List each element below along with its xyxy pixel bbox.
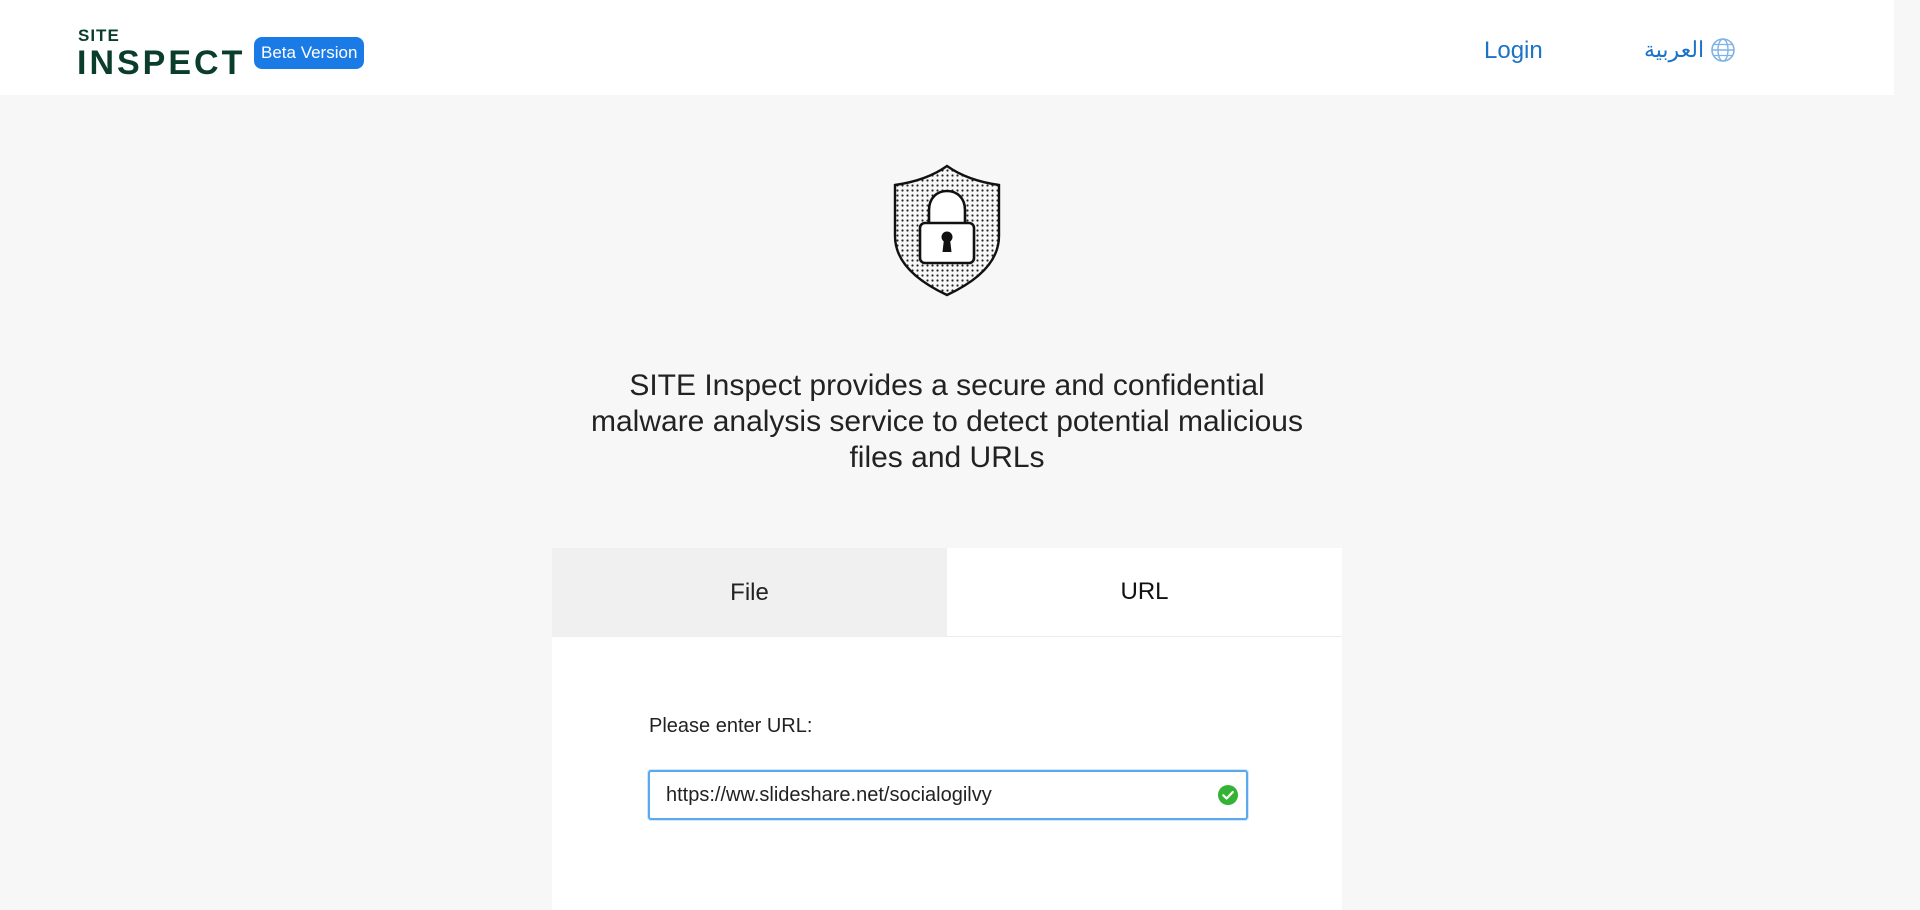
beta-version-badge: Beta Version	[254, 37, 365, 69]
url-field-label: Please enter URL:	[649, 715, 813, 737]
top-header: SITE INSPECT Beta Version Login العربية	[0, 0, 1894, 95]
tab-file[interactable]: File	[552, 548, 947, 637]
check-circle-icon	[1218, 785, 1238, 805]
url-input-wrapper[interactable]	[648, 770, 1248, 820]
tagline-line-1: SITE Inspect provides a secure and confi…	[629, 369, 1265, 402]
site-inspect-logo[interactable]: SITE INSPECT	[77, 26, 251, 82]
scrollbar-gutter[interactable]	[1894, 0, 1920, 910]
scan-type-tabs: File URL	[552, 548, 1342, 637]
language-switcher[interactable]: العربية	[1644, 35, 1736, 65]
language-label: العربية	[1644, 37, 1705, 62]
tab-url[interactable]: URL	[947, 548, 1342, 637]
url-panel: Please enter URL:	[552, 637, 1342, 910]
hero-tagline: SITE Inspect provides a secure and confi…	[540, 368, 1354, 476]
tagline-line-2: malware analysis service to detect poten…	[591, 405, 1303, 438]
logo-site-text: SITE	[78, 26, 120, 45]
logo-inspect-text: INSPECT	[77, 44, 246, 82]
url-input[interactable]	[666, 772, 1206, 818]
shield-lock-icon	[893, 164, 1001, 297]
tagline-line-3: files and URLs	[849, 441, 1045, 474]
globe-icon	[1711, 38, 1735, 62]
login-link[interactable]: Login	[1484, 36, 1543, 66]
